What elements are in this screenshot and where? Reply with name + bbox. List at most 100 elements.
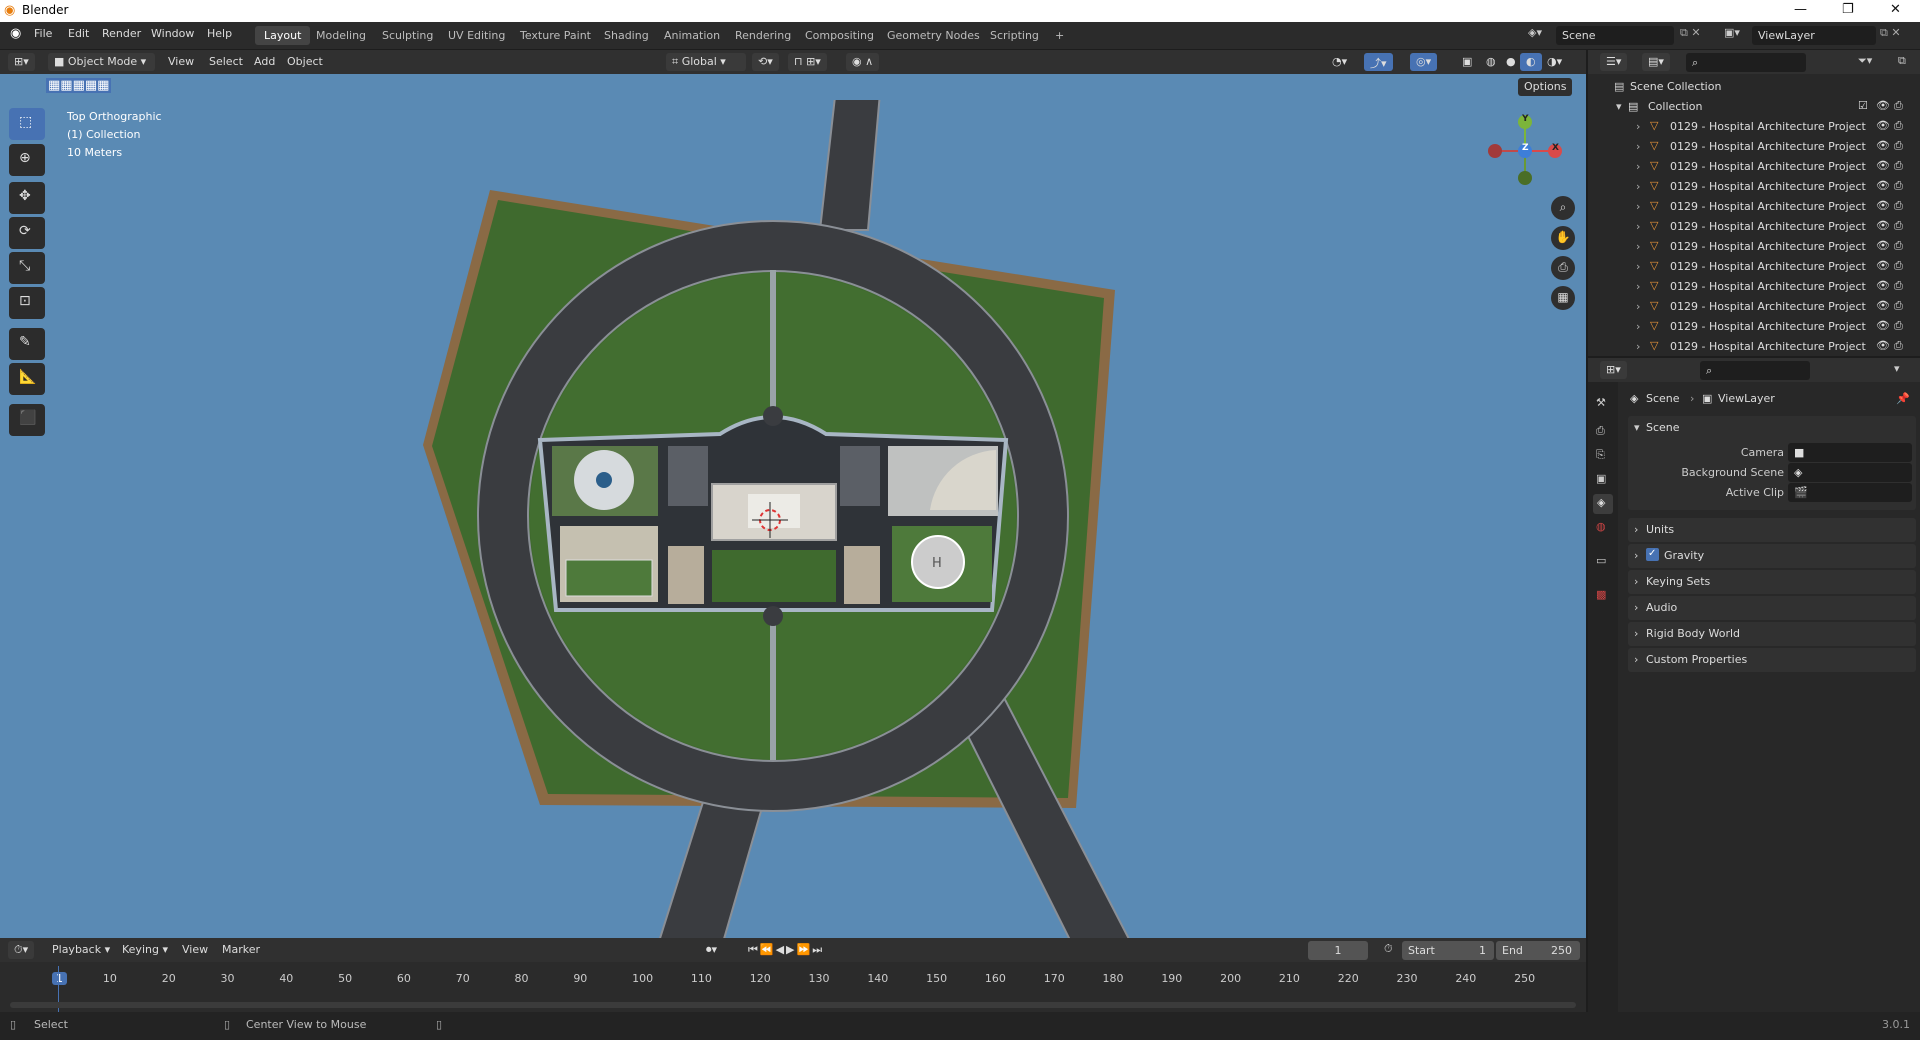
- properties-search-input[interactable]: ⌕: [1700, 361, 1810, 380]
- custom-properties-panel[interactable]: › Custom Properties: [1628, 648, 1916, 672]
- eye-icon[interactable]: 👁: [1876, 139, 1890, 152]
- chevron-right-icon[interactable]: ›: [1636, 280, 1640, 293]
- outliner-row-collection[interactable]: ▾ ▤ Collection ☑ 👁 ⎙: [1588, 97, 1920, 117]
- outliner-row-object[interactable]: › ▽ 0129 - Hospital Architecture Project 👁 ⎙: [1588, 257, 1920, 277]
- active-clip-field[interactable]: 🎬: [1788, 483, 1912, 502]
- solid-shading-icon[interactable]: ●: [1500, 53, 1522, 71]
- outliner-row-object[interactable]: › ▽ 0129 - Hospital Architecture Project 👁 ⎙: [1588, 237, 1920, 257]
- eye-icon[interactable]: 👁: [1876, 259, 1890, 272]
- collection-tab-icon[interactable]: ▭: [1596, 554, 1606, 567]
- tab-rendering[interactable]: Rendering: [726, 26, 800, 45]
- chevron-down-icon[interactable]: ▾: [1894, 362, 1900, 375]
- camera-render-icon[interactable]: ⎙: [1894, 319, 1903, 333]
- blender-menu-icon[interactable]: ◉: [10, 26, 21, 41]
- collection-exclude-checkbox[interactable]: ☑: [1858, 99, 1868, 112]
- scene-selector[interactable]: Scene: [1556, 26, 1674, 45]
- outliner-editor-type-icon[interactable]: ☰▾: [1600, 53, 1628, 71]
- tool-tab-icon[interactable]: ⚒: [1596, 396, 1606, 409]
- rigid-body-world-panel[interactable]: › Rigid Body World: [1628, 622, 1916, 646]
- pin-icon[interactable]: 📌: [1896, 392, 1910, 405]
- minimize-icon[interactable]: —: [1794, 2, 1807, 17]
- viewlayer-selector[interactable]: ViewLayer: [1752, 26, 1876, 45]
- outliner-row-object[interactable]: › ▽ 0129 - Hospital Architecture Project 👁 ⎙: [1588, 197, 1920, 217]
- outliner-row-object[interactable]: › ▽ 0129 - Hospital Architecture Project 👁 ⎙: [1588, 337, 1920, 357]
- eye-icon[interactable]: 👁: [1876, 279, 1890, 292]
- tab-modeling[interactable]: Modeling: [307, 26, 375, 45]
- eye-icon[interactable]: 👁: [1876, 159, 1890, 172]
- timeline-editor-type-icon[interactable]: ⏱▾: [8, 941, 35, 959]
- transform-orientation-dropdown[interactable]: ⌗ Global ▾: [666, 53, 746, 71]
- camera-render-icon[interactable]: ⎙: [1894, 279, 1903, 293]
- new-scene-icon[interactable]: ⧉ ✕: [1680, 26, 1701, 40]
- timeline-view-menu[interactable]: View: [176, 941, 214, 959]
- annotate-tool[interactable]: ✎: [9, 328, 45, 360]
- pan-hand-icon[interactable]: ✋: [1551, 226, 1575, 250]
- zoom-icon[interactable]: ⌕: [1551, 196, 1575, 220]
- filter-icon[interactable]: ⏷▾: [1858, 54, 1872, 68]
- menu-help[interactable]: Help: [207, 27, 232, 40]
- current-frame-field[interactable]: 1: [1308, 941, 1368, 960]
- new-viewlayer-icon[interactable]: ⧉ ✕: [1880, 26, 1901, 40]
- outliner-row-object[interactable]: › ▽ 0129 - Hospital Architecture Project 👁 ⎙: [1588, 277, 1920, 297]
- eye-icon[interactable]: 👁: [1876, 319, 1890, 332]
- scene-render[interactable]: H: [0, 100, 1586, 938]
- chevron-right-icon[interactable]: ›: [1636, 340, 1640, 353]
- tab-sculpting[interactable]: Sculpting: [373, 26, 442, 45]
- gizmo-toggle-icon[interactable]: ⤴▾: [1364, 53, 1393, 71]
- chevron-right-icon[interactable]: ›: [1636, 260, 1640, 273]
- xray-icon[interactable]: ▣: [1456, 53, 1478, 71]
- menu-render[interactable]: Render: [102, 27, 141, 40]
- camera-render-icon[interactable]: ⎙: [1894, 299, 1903, 313]
- chevron-right-icon[interactable]: ›: [1636, 160, 1640, 173]
- camera-render-icon[interactable]: ⎙: [1894, 179, 1903, 193]
- record-icon[interactable]: ⏺▾: [700, 941, 723, 959]
- viewlayer-icon[interactable]: ▣▾: [1724, 26, 1740, 39]
- properties-editor-type-icon[interactable]: ⊞▾: [1600, 361, 1627, 379]
- camera-render-icon[interactable]: ⎙: [1894, 159, 1903, 173]
- keying-sets-panel[interactable]: › Keying Sets: [1628, 570, 1916, 594]
- outliner-row-object[interactable]: › ▽ 0129 - Hospital Architecture Project 👁 ⎙: [1588, 137, 1920, 157]
- new-collection-icon[interactable]: ⧉: [1898, 54, 1906, 68]
- scene-tab-icon[interactable]: ◈: [1593, 494, 1613, 514]
- units-panel[interactable]: › Units: [1628, 518, 1916, 542]
- options-button[interactable]: Options: [1518, 78, 1573, 96]
- view-menu[interactable]: View: [162, 53, 200, 71]
- chevron-right-icon[interactable]: ›: [1636, 180, 1640, 193]
- outliner-row-object[interactable]: › ▽ 0129 - Hospital Architecture Project 👁 ⎙: [1588, 157, 1920, 177]
- camera-render-icon[interactable]: ⎙: [1894, 99, 1903, 113]
- chevron-right-icon[interactable]: ›: [1636, 220, 1640, 233]
- chevron-right-icon[interactable]: ›: [1636, 140, 1640, 153]
- tab-animation[interactable]: Animation: [655, 26, 729, 45]
- camera-render-icon[interactable]: ⎙: [1894, 139, 1903, 153]
- camera-render-icon[interactable]: ⎙: [1894, 259, 1903, 273]
- snap-icon[interactable]: ⊓ ⊞▾: [788, 53, 827, 71]
- outliner-search-input[interactable]: ⌕: [1686, 53, 1806, 72]
- camera-render-icon[interactable]: ⎙: [1894, 119, 1903, 133]
- eye-icon[interactable]: 👁: [1876, 179, 1890, 192]
- texture-tab-icon[interactable]: ▩: [1596, 588, 1606, 601]
- camera-view-icon[interactable]: ⎙: [1551, 256, 1575, 280]
- eye-icon[interactable]: 👁: [1876, 239, 1890, 252]
- chevron-right-icon[interactable]: ›: [1636, 320, 1640, 333]
- chevron-right-icon[interactable]: ›: [1636, 120, 1640, 133]
- menu-file[interactable]: File: [34, 27, 52, 40]
- tab-shading[interactable]: Shading: [595, 26, 658, 45]
- chevron-right-icon[interactable]: ›: [1636, 300, 1640, 313]
- camera-render-icon[interactable]: ⎙: [1894, 219, 1903, 233]
- playback-controls[interactable]: ⏮⏪◀▶⏩⏭: [742, 941, 830, 959]
- menu-edit[interactable]: Edit: [68, 27, 89, 40]
- playback-menu[interactable]: Playback ▾: [46, 941, 116, 959]
- maximize-icon[interactable]: ❐: [1842, 2, 1854, 17]
- camera-render-icon[interactable]: ⎙: [1894, 239, 1903, 253]
- overlay-toggle-icon[interactable]: ◎▾: [1410, 53, 1438, 71]
- camera-render-icon[interactable]: ⎙: [1894, 199, 1903, 213]
- select-mode-icons[interactable]: ▦▦▦▦▦: [46, 78, 112, 93]
- outliner-row-object[interactable]: › ▽ 0129 - Hospital Architecture Project 👁 ⎙: [1588, 177, 1920, 197]
- tab-layout[interactable]: Layout: [255, 26, 311, 45]
- keying-menu[interactable]: Keying ▾: [116, 941, 174, 959]
- measure-tool[interactable]: 📐: [9, 363, 45, 395]
- add-menu[interactable]: Add: [248, 53, 281, 71]
- outliner-row-scene-collection[interactable]: ▤ Scene Collection: [1588, 77, 1920, 97]
- chevron-down-icon[interactable]: ▾: [1634, 421, 1640, 434]
- chevron-right-icon[interactable]: ›: [1636, 240, 1640, 253]
